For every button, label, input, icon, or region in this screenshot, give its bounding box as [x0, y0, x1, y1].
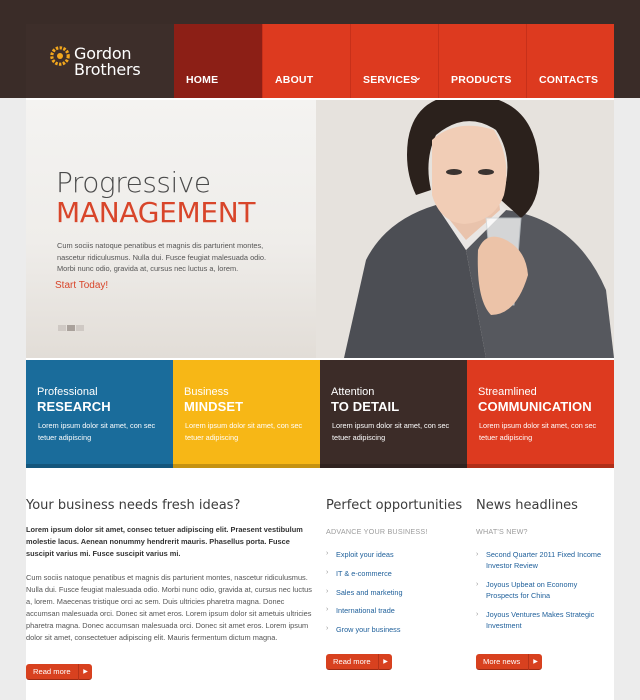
- news-title: News headlines: [476, 498, 578, 513]
- logo[interactable]: Gordon Brothers: [26, 24, 174, 98]
- feature-shade: [467, 464, 614, 468]
- list-item[interactable]: › Exploit your ideas: [326, 550, 456, 569]
- chevron-right-icon: ›: [476, 611, 479, 618]
- chevron-right-icon: ›: [326, 568, 329, 576]
- feature-subtitle: Attention: [331, 386, 375, 398]
- hero-title-line1: Progressive: [56, 166, 211, 199]
- news-item-label: Second Quarter 2011 Fixed Income Investo…: [486, 550, 602, 570]
- feature-title: MINDSET: [184, 399, 244, 414]
- chevron-right-icon: ›: [476, 581, 479, 588]
- chevron-down-icon: ⌄: [414, 72, 422, 82]
- nav-home[interactable]: HOME: [174, 24, 262, 98]
- opportunities-subtitle: ADVANCE YOUR BUSINESS!: [326, 527, 428, 536]
- hero-text: Cum sociis natoque penatibus et magnis d…: [57, 241, 267, 273]
- feature-text: Lorem ipsum dolor sit amet, con sec tetu…: [185, 421, 303, 442]
- page: Gordon Brothers HOME ABOUT SERVICES ⌄ PR…: [26, 24, 614, 700]
- opportunities-list: › Exploit your ideas › IT & e-commerce › Sa…: [326, 550, 456, 644]
- news-list: › Second Quarter 2011 Fixed Income Invest…: [476, 549, 611, 639]
- button-label: Read more: [33, 667, 71, 676]
- list-item[interactable]: › Sales and marketing: [326, 588, 456, 607]
- arrow-right-icon: ▶: [378, 654, 392, 670]
- feature-mindset[interactable]: Business MINDSET Lorem ipsum dolor sit a…: [173, 360, 320, 468]
- sun-logo-icon: [50, 46, 70, 66]
- header: Gordon Brothers HOME ABOUT SERVICES ⌄ PR…: [26, 24, 614, 98]
- list-item-label: IT & e-commerce: [336, 568, 392, 578]
- chevron-right-icon: ›: [476, 551, 479, 558]
- slider-dot-1[interactable]: [58, 325, 66, 331]
- nav-products[interactable]: PRODUCTS: [438, 24, 526, 98]
- news-item[interactable]: › Joyous Upbeat on Economy Prospects for …: [476, 579, 611, 609]
- feature-text: Lorem ipsum dolor sit amet, con sec tetu…: [38, 421, 156, 442]
- chevron-right-icon: ›: [326, 550, 329, 557]
- chevron-right-icon: ›: [326, 606, 329, 614]
- news-item-label: Joyous Ventures Makes Strategic Investme…: [486, 610, 595, 630]
- news-item[interactable]: › Joyous Ventures Makes Strategic Investm…: [476, 609, 611, 639]
- slider-dot-3[interactable]: [76, 325, 84, 331]
- chevron-right-icon: ›: [326, 625, 329, 633]
- about-lead-text: Lorem ipsum dolor sit amet, consec tetue…: [26, 525, 303, 558]
- feature-title: COMMUNICATION: [478, 399, 592, 414]
- slider-dot-2[interactable]: [67, 325, 75, 331]
- button-label: More news: [483, 657, 521, 666]
- list-item[interactable]: › International trade: [326, 606, 456, 625]
- hero-slider: Progressive MANAGEMENT Cum sociis natoqu…: [26, 100, 614, 358]
- nav-about[interactable]: ABOUT: [262, 24, 350, 98]
- list-item-label: International trade: [336, 606, 395, 616]
- news-item[interactable]: › Second Quarter 2011 Fixed Income Invest…: [476, 549, 611, 579]
- nav-products-label: PRODUCTS: [451, 74, 512, 86]
- feature-subtitle: Professional: [37, 386, 98, 398]
- feature-subtitle: Streamlined: [478, 386, 537, 398]
- arrow-right-icon: ▶: [528, 654, 542, 670]
- feature-subtitle: Business: [184, 386, 229, 398]
- about-read-more-button[interactable]: Read more ▶: [26, 664, 92, 680]
- feature-shade: [173, 464, 320, 468]
- feature-detail[interactable]: Attention TO DETAIL Lorem ipsum dolor si…: [320, 360, 467, 468]
- feature-title: TO DETAIL: [331, 399, 400, 414]
- hero-photo-businesswoman: [316, 100, 614, 358]
- about-body-text: Cum sociis natoque penatibus et magnis d…: [26, 573, 312, 642]
- button-label: Read more: [333, 657, 371, 666]
- nav-home-label: HOME: [186, 74, 219, 86]
- nav-services-label: SERVICES: [363, 74, 418, 86]
- feature-research[interactable]: Professional RESEARCH Lorem ipsum dolor …: [26, 360, 173, 468]
- slider-pagination: [58, 325, 84, 331]
- arrow-right-icon: ▶: [78, 664, 92, 680]
- list-item-label: Sales and marketing: [336, 587, 403, 597]
- feature-shade: [320, 464, 467, 468]
- list-item-label: Exploit your ideas: [336, 550, 394, 559]
- list-item[interactable]: › IT & e-commerce: [326, 569, 456, 588]
- feature-title: RESEARCH: [37, 399, 111, 414]
- feature-communication[interactable]: Streamlined COMMUNICATION Lorem ipsum do…: [467, 360, 614, 468]
- news-item-label: Joyous Upbeat on Economy Prospects for C…: [486, 580, 578, 600]
- chevron-right-icon: ›: [326, 587, 329, 595]
- main-nav: HOME ABOUT SERVICES ⌄ PRODUCTS CONTACTS: [174, 24, 614, 98]
- feature-text: Lorem ipsum dolor sit amet, con sec tetu…: [332, 421, 450, 442]
- nav-about-label: ABOUT: [275, 74, 314, 86]
- nav-services[interactable]: SERVICES ⌄: [350, 24, 438, 98]
- opportunities-title: Perfect opportunities: [326, 498, 463, 513]
- feature-text: Lorem ipsum dolor sit amet, con sec tetu…: [479, 421, 597, 442]
- start-today-link[interactable]: Start Today!: [55, 280, 108, 291]
- feature-boxes: Professional RESEARCH Lorem ipsum dolor …: [26, 360, 614, 468]
- list-item[interactable]: › Grow your business: [326, 625, 456, 644]
- hero-title-line2: MANAGEMENT: [56, 196, 256, 229]
- feature-shade: [26, 464, 173, 468]
- list-item-label: Grow your business: [336, 625, 401, 635]
- nav-contacts[interactable]: CONTACTS: [526, 24, 614, 98]
- news-subtitle: WHAT'S NEW?: [476, 527, 528, 536]
- more-news-button[interactable]: More news ▶: [476, 654, 542, 670]
- about-title: Your business needs fresh ideas?: [26, 498, 241, 513]
- opportunities-read-more-button[interactable]: Read more ▶: [326, 654, 392, 670]
- brand-name-line2: Brothers: [74, 60, 141, 79]
- nav-contacts-label: CONTACTS: [539, 74, 599, 86]
